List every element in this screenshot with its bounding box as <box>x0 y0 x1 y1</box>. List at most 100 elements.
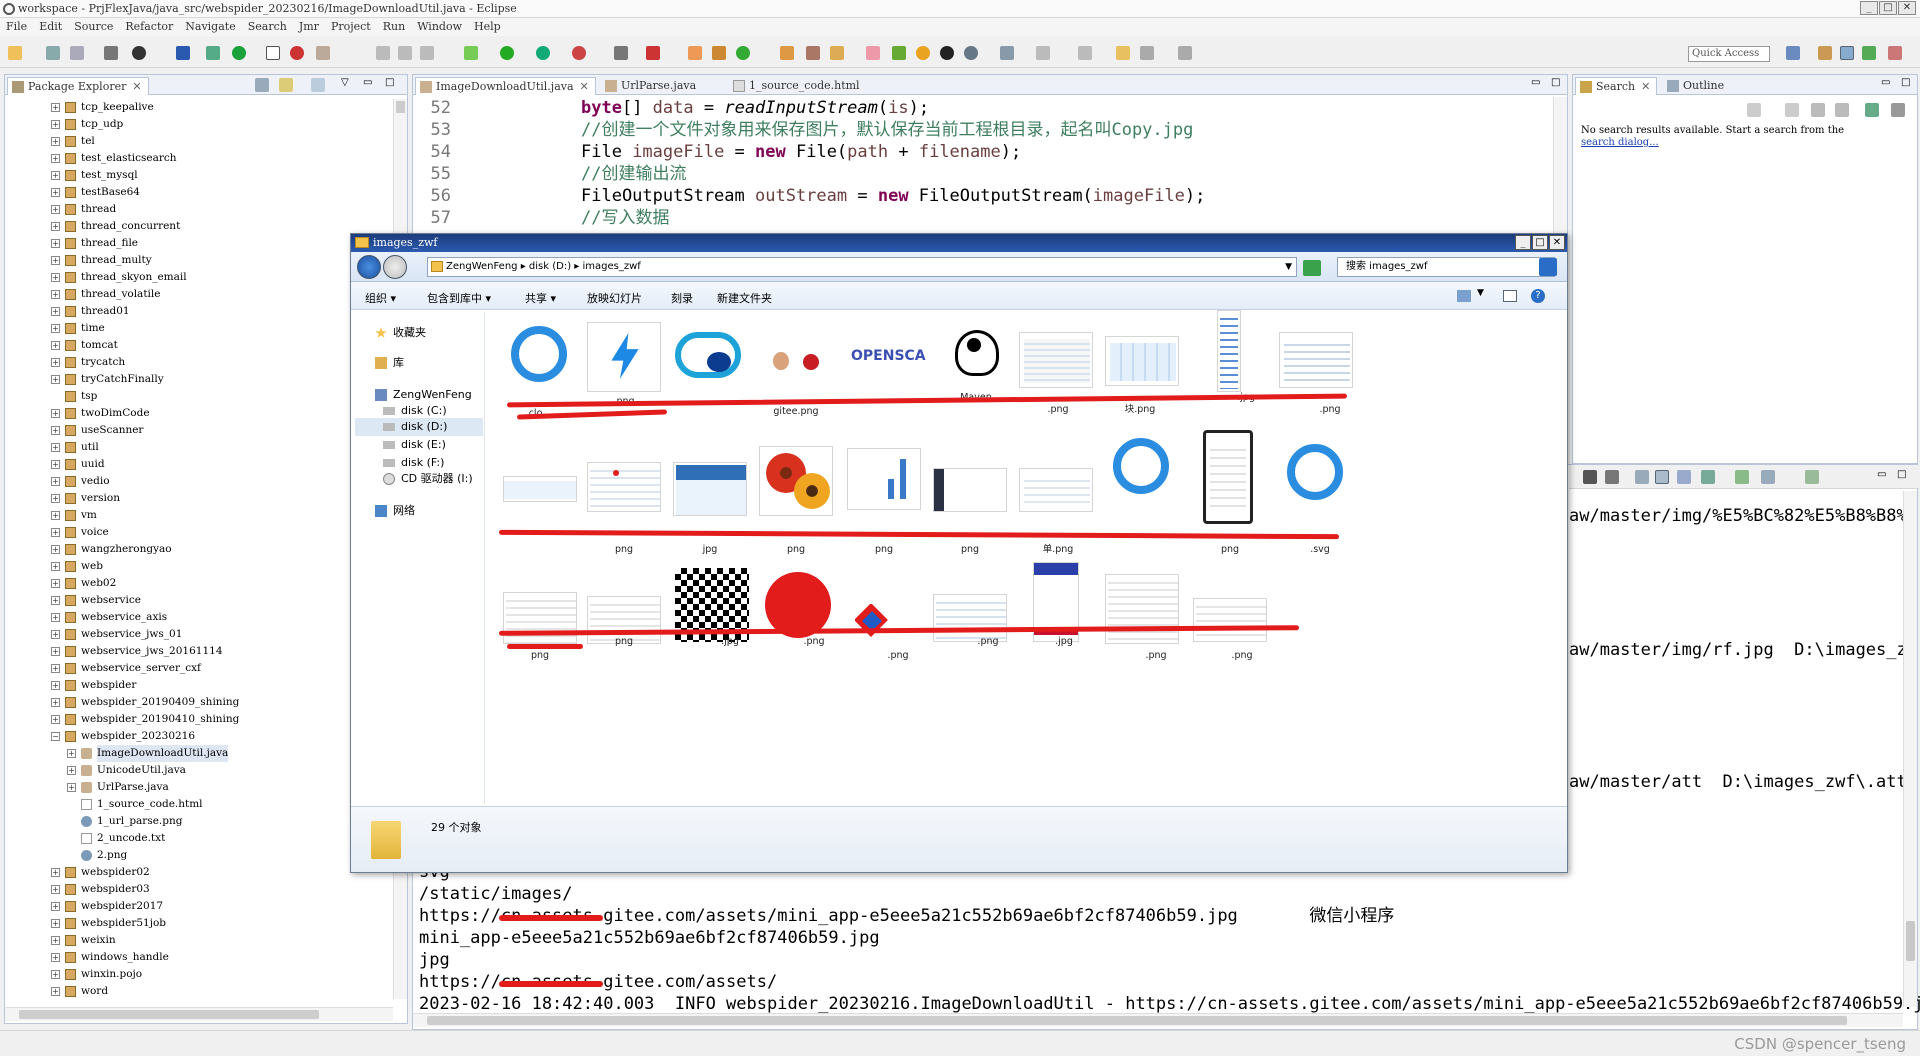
menu-edit[interactable]: Edit <box>39 18 62 36</box>
explorer-minimize-button[interactable]: _ <box>1515 235 1531 250</box>
file-thumbnail-cloud[interactable] <box>671 320 745 390</box>
file-label[interactable]: .png <box>1113 650 1199 662</box>
console-scrollbar[interactable] <box>1903 491 1917 1007</box>
new-class-icon[interactable] <box>736 46 750 60</box>
file-thumbnail-banner[interactable] <box>503 476 577 502</box>
tree-item[interactable]: + vm <box>5 507 393 524</box>
view-menu-icon[interactable] <box>311 78 325 92</box>
tree-item[interactable]: + tel <box>5 133 393 150</box>
tree-item[interactable]: − webspider_20230216 <box>5 728 393 745</box>
search-dialog-link[interactable]: search dialog... <box>1581 137 1659 148</box>
refresh-icon[interactable] <box>290 46 304 60</box>
tab-imagedownloadutil[interactable]: ImageDownloadUtil.java ✕ <box>415 77 596 95</box>
tree-item[interactable]: + twoDimCode <box>5 405 393 422</box>
expand-icon[interactable]: + <box>51 647 60 656</box>
tree-item[interactable]: + vedio <box>5 473 393 490</box>
expand-icon[interactable]: + <box>51 137 60 146</box>
file-label[interactable]: png <box>581 544 667 556</box>
expand-icon[interactable]: + <box>51 443 60 452</box>
expand-icon[interactable]: + <box>51 239 60 248</box>
tree-item[interactable]: + webservice_jws_20161114 <box>5 643 393 660</box>
launch-server-icon[interactable] <box>646 46 660 60</box>
expand-icon[interactable]: + <box>51 630 60 639</box>
nav-favorites[interactable]: 收藏夹 <box>375 324 426 342</box>
cancel-search-icon[interactable] <box>1835 103 1849 117</box>
expand-icon[interactable]: + <box>51 613 60 622</box>
menu-run[interactable]: Run <box>383 18 405 36</box>
scroll-lock-icon[interactable] <box>1655 470 1669 484</box>
menu-file[interactable]: File <box>6 18 27 36</box>
step-over-icon[interactable] <box>398 46 412 60</box>
word-wrap-icon[interactable] <box>1677 470 1691 484</box>
cmd-burn[interactable]: 刻录 <box>671 290 693 306</box>
save-icon[interactable] <box>46 46 60 60</box>
minimize-view-icon[interactable]: ▭ <box>363 77 372 88</box>
tree-item[interactable]: + word <box>5 983 393 999</box>
close-icon[interactable]: ✕ <box>580 80 589 93</box>
step-return-icon[interactable] <box>420 46 434 60</box>
tree-item[interactable]: + util <box>5 439 393 456</box>
tab-package-explorer[interactable]: Package Explorer ✕ <box>7 77 149 95</box>
file-label[interactable]: .jpg <box>1021 636 1107 648</box>
pin-view-icon[interactable] <box>1865 103 1879 117</box>
tree-item[interactable]: + UnicodeUtil.java <box>5 762 393 779</box>
expand-icon[interactable]: + <box>51 375 60 384</box>
file-thumbnail-ie-3[interactable] <box>1279 438 1353 508</box>
expand-icon[interactable]: + <box>51 681 60 690</box>
expand-icon[interactable]: + <box>51 256 60 265</box>
back-icon[interactable] <box>1140 46 1154 60</box>
tree-item[interactable]: + webservice_axis <box>5 609 393 626</box>
file-label[interactable]: png <box>753 544 839 556</box>
maximize-view-icon[interactable]: □ <box>385 77 394 88</box>
close-button[interactable]: ✕ <box>1898 1 1916 15</box>
explorer-search-input[interactable]: 搜索 images_zwf <box>1337 257 1555 277</box>
expand-icon[interactable]: + <box>51 460 60 469</box>
expand-icon[interactable]: + <box>51 273 60 282</box>
cmd-organize[interactable]: 组织 ▾ <box>365 290 396 306</box>
preview-pane-icon[interactable] <box>1503 290 1517 302</box>
tree-item[interactable]: + webspider_20190410_shining <box>5 711 393 728</box>
code-area[interactable]: 52 byte[] data = readInputStream(is); 53 /… <box>413 97 1553 229</box>
open-perspective-icon[interactable] <box>1786 46 1800 60</box>
tree-item[interactable]: + testBase64 <box>5 184 393 201</box>
cmd-include-library[interactable]: 包含到库中 ▾ <box>427 290 491 306</box>
expand-icon[interactable]: + <box>51 341 60 350</box>
remove-launch-icon[interactable] <box>1605 470 1619 484</box>
tree-item[interactable]: + uuid <box>5 456 393 473</box>
file-thumbnail-tall[interactable] <box>1217 310 1241 392</box>
expand-icon[interactable]: + <box>51 868 60 877</box>
remove-icon[interactable] <box>1747 103 1761 117</box>
help-icon[interactable] <box>916 46 930 60</box>
expand-icon[interactable]: + <box>51 511 60 520</box>
file-label[interactable]: .png <box>1199 650 1285 662</box>
tree-item[interactable]: + thread_concurrent <box>5 218 393 235</box>
pin-console-icon[interactable] <box>1735 470 1749 484</box>
nav-cd-drive[interactable]: CD 驱动器 (I:) <box>383 470 473 488</box>
file-thumbnail-report[interactable] <box>503 592 577 644</box>
next-annotation-icon[interactable] <box>1036 46 1050 60</box>
tree-item[interactable]: + webservice_server_cxf <box>5 660 393 677</box>
new-icon[interactable] <box>8 46 22 60</box>
menu-help[interactable]: Help <box>474 18 501 36</box>
toggle-mark-icon[interactable] <box>266 46 280 60</box>
expand-icon[interactable]: + <box>51 290 60 299</box>
tree-item[interactable]: + thread_skyon_email <box>5 269 393 286</box>
file-label[interactable]: 块.png <box>1097 404 1183 416</box>
file-thumbnail-grid[interactable] <box>933 594 1007 642</box>
expand-icon[interactable]: + <box>51 970 60 979</box>
show-on-output-icon[interactable] <box>1701 470 1715 484</box>
expand-icon[interactable]: + <box>51 715 60 724</box>
refresh-icon[interactable] <box>1303 260 1321 276</box>
remove-all-icon[interactable] <box>1785 103 1799 117</box>
open-type-icon[interactable] <box>780 46 794 60</box>
expand-icon[interactable]: + <box>67 766 76 775</box>
nav-libraries[interactable]: 库 <box>375 354 404 372</box>
expand-icon[interactable]: + <box>51 222 60 231</box>
tree-item[interactable]: + winxin.pojo <box>5 966 393 983</box>
info-icon[interactable] <box>940 46 954 60</box>
debug-bug-icon[interactable] <box>464 46 478 60</box>
tree-item[interactable]: + tcp_keepalive <box>5 99 393 116</box>
file-thumbnail-bar-chart[interactable] <box>847 448 921 510</box>
tree-item[interactable]: + thread_multy <box>5 252 393 269</box>
search-tool-icon[interactable] <box>830 46 844 60</box>
